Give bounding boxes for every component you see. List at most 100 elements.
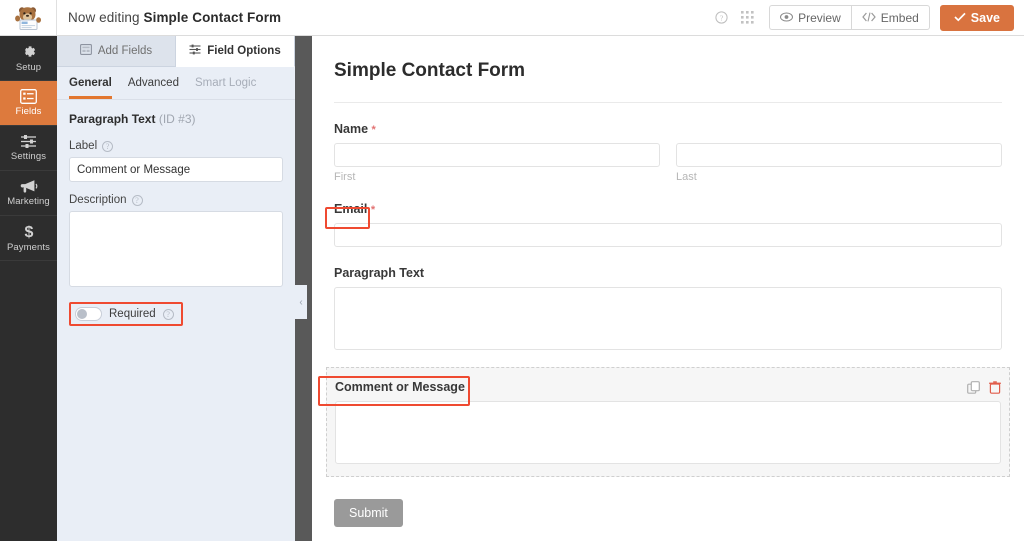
last-name-sublabel: Last xyxy=(676,171,697,183)
fields-grid-icon xyxy=(79,44,92,58)
description-textarea[interactable] xyxy=(69,211,283,287)
wpforms-builder: Now editing Simple Contact Form ? Previe… xyxy=(0,0,1024,541)
description-option-label: Description ? xyxy=(69,194,283,206)
form-header: Simple Contact Form xyxy=(312,36,1024,103)
field-label: Paragraph Text xyxy=(334,266,424,280)
description-option-text: Description xyxy=(69,194,127,206)
editing-prefix: Now editing xyxy=(68,10,144,25)
save-label: Save xyxy=(970,10,1000,25)
toolbar-actions: ? Preview Embed Save xyxy=(709,4,1024,31)
sidebar-item-settings[interactable]: Settings xyxy=(0,126,57,171)
dollar-icon: $ xyxy=(22,223,36,240)
sidebar-item-label: Fields xyxy=(15,106,42,117)
list-form-icon xyxy=(20,89,37,104)
required-toggle[interactable] xyxy=(75,307,102,321)
field-label: Comment or Message xyxy=(335,380,465,394)
preview-label: Preview xyxy=(798,10,841,25)
required-marker: * xyxy=(371,124,376,136)
paragraph-text-textarea[interactable] xyxy=(334,287,1002,350)
trash-icon[interactable] xyxy=(989,381,1001,399)
form-name: Simple Contact Form xyxy=(143,10,282,25)
form-field-paragraph-text[interactable]: Paragraph Text xyxy=(334,247,1002,350)
form-field-email[interactable]: Email * xyxy=(334,183,1002,247)
submit-button[interactable]: Submit xyxy=(334,499,403,527)
sidebar-item-payments[interactable]: $ Payments xyxy=(0,216,57,261)
name-first-col: First xyxy=(334,143,660,183)
sidebar-item-marketing[interactable]: Marketing xyxy=(0,171,57,216)
sidebar-item-setup[interactable]: Setup xyxy=(0,36,57,81)
required-toggle-label: Required xyxy=(109,308,156,320)
embed-label: Embed xyxy=(880,10,919,25)
form-field-name[interactable]: Name * First Last xyxy=(334,103,1002,183)
wpforms-mascot-icon xyxy=(0,0,57,35)
tab-field-options[interactable]: Field Options xyxy=(176,36,295,67)
save-button[interactable]: Save xyxy=(939,4,1014,31)
field-actions xyxy=(967,381,1001,399)
required-marker: * xyxy=(370,204,376,216)
label-option-text: Label xyxy=(69,140,98,152)
name-last-col: Last xyxy=(676,143,1002,183)
form-preview: Simple Contact Form Name * First Last Em… xyxy=(312,36,1024,541)
sidebar-item-label: Setup xyxy=(15,62,42,73)
selected-field-heading: Paragraph Text (ID #3) xyxy=(69,112,283,126)
options-sliders-icon xyxy=(189,44,201,58)
field-label-text: Name xyxy=(334,122,369,136)
sidebar-item-label: Marketing xyxy=(7,196,50,207)
chevron-left-icon: ‹ xyxy=(299,296,303,308)
svg-text:?: ? xyxy=(719,13,723,22)
submit-area: Submit xyxy=(312,477,1024,527)
duplicate-icon[interactable] xyxy=(967,381,980,399)
svg-text:$: $ xyxy=(24,224,33,240)
selected-field-id: (ID #3) xyxy=(155,112,196,126)
form-fields-list: Name * First Last Email * Paragraph Text… xyxy=(312,103,1024,477)
comment-or-message-textarea[interactable] xyxy=(335,401,1001,464)
field-label-text: Paragraph Text xyxy=(334,266,425,280)
megaphone-icon xyxy=(20,179,38,194)
selected-field-type: Paragraph Text xyxy=(69,112,156,126)
help-circle-icon[interactable]: ? xyxy=(709,6,733,30)
collapse-panel-button[interactable]: ‹ xyxy=(295,285,307,319)
editing-title: Now editing Simple Contact Form xyxy=(68,10,281,25)
field-label: Name * xyxy=(334,122,376,136)
name-inputs-row: First Last xyxy=(334,143,1002,183)
tab-label: Field Options xyxy=(207,45,281,57)
sidebar-item-fields[interactable]: Fields xyxy=(0,81,57,126)
subtab-general[interactable]: General xyxy=(69,77,112,99)
subtab-advanced[interactable]: Advanced xyxy=(128,77,179,99)
sidebar-item-label: Payments xyxy=(6,242,51,253)
first-name-input[interactable] xyxy=(334,143,660,167)
help-circle-icon[interactable]: ? xyxy=(131,194,143,206)
embed-button[interactable]: Embed xyxy=(850,5,930,30)
first-name-sublabel: First xyxy=(334,171,356,183)
page-title: Simple Contact Form xyxy=(334,60,526,81)
panel-tabs: Add Fields Field Options xyxy=(57,36,295,67)
check-icon xyxy=(954,11,966,25)
preview-button[interactable]: Preview xyxy=(769,5,851,30)
required-toggle-row[interactable]: Required ? xyxy=(69,302,183,326)
code-icon xyxy=(861,11,876,25)
sliders-icon xyxy=(20,134,37,149)
panel-subtabs: General Advanced Smart Logic xyxy=(57,67,295,100)
help-circle-icon[interactable]: ? xyxy=(162,308,174,320)
field-label-text: Email xyxy=(334,202,368,216)
field-options-panel: Add Fields Field Options General Advance… xyxy=(57,36,295,541)
email-input[interactable] xyxy=(334,223,1002,247)
field-label-text: Comment or Message xyxy=(335,380,465,394)
gear-icon xyxy=(20,43,37,60)
panel-divider: ‹ xyxy=(295,36,312,541)
sidebar-item-label: Settings xyxy=(10,151,47,162)
grid-apps-icon[interactable] xyxy=(735,6,759,30)
main-sidebar: Setup Fields Settings Marketing $ Paymen… xyxy=(0,36,57,541)
panel-body: Paragraph Text (ID #3) Label ? Descripti… xyxy=(57,100,295,326)
tab-label: Add Fields xyxy=(97,45,153,57)
top-toolbar: Now editing Simple Contact Form ? Previe… xyxy=(0,0,1024,36)
subtab-smart-logic[interactable]: Smart Logic xyxy=(195,77,256,99)
tab-add-fields[interactable]: Add Fields xyxy=(57,36,176,67)
last-name-input[interactable] xyxy=(676,143,1002,167)
help-circle-icon[interactable]: ? xyxy=(102,140,114,152)
label-option-label: Label ? xyxy=(69,140,283,152)
eye-icon xyxy=(780,11,794,25)
form-field-comment-or-message[interactable]: Comment or Message xyxy=(326,367,1010,477)
label-input[interactable] xyxy=(69,157,283,182)
field-label: Email * xyxy=(334,202,375,216)
